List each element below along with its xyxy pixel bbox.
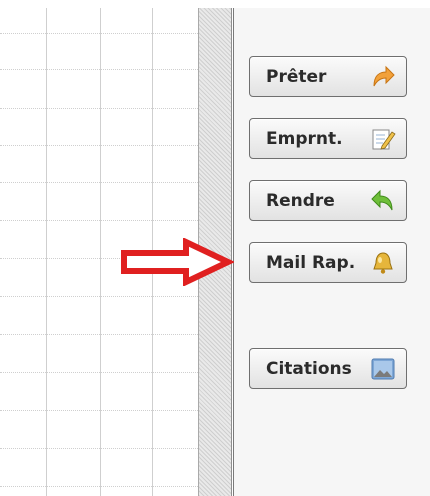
preter-button[interactable]: Prêter [249, 56, 407, 97]
grid-row-line [0, 108, 198, 109]
grid-row-line [0, 220, 198, 221]
citations-button[interactable]: Citations [249, 348, 407, 389]
rendre-button[interactable]: Rendre [249, 180, 407, 221]
annotation-arrow-icon [121, 238, 234, 286]
green-return-arrow-icon [370, 188, 396, 214]
emprunt-label: Emprnt. [266, 128, 343, 149]
grid-row-line [0, 296, 198, 297]
rendre-label: Rendre [266, 190, 335, 211]
grid-column-line [100, 8, 101, 496]
grid-row-line [0, 145, 198, 146]
mail-rap-label: Mail Rap. [266, 252, 356, 273]
notepad-pencil-icon [370, 126, 396, 152]
grid-row-line [0, 182, 198, 183]
bell-icon [370, 250, 396, 276]
grid-row-line [0, 69, 198, 70]
picture-icon [370, 356, 396, 382]
grid-row-line [0, 486, 198, 487]
emprunt-button[interactable]: Emprnt. [249, 118, 407, 159]
citations-label: Citations [266, 358, 352, 379]
mail-rap-button[interactable]: Mail Rap. [249, 242, 407, 283]
grid-row-line [0, 372, 198, 373]
grid-row-line [0, 33, 198, 34]
orange-curved-arrow-icon [370, 64, 396, 90]
grid-column-line [46, 8, 47, 496]
grid-row-line [0, 334, 198, 335]
preter-label: Prêter [266, 66, 327, 87]
action-panel: Prêter Emprnt. Rendre Mail Rap. Citation… [233, 8, 430, 496]
grid-row-line [0, 410, 198, 411]
grid-row-line [0, 448, 198, 449]
